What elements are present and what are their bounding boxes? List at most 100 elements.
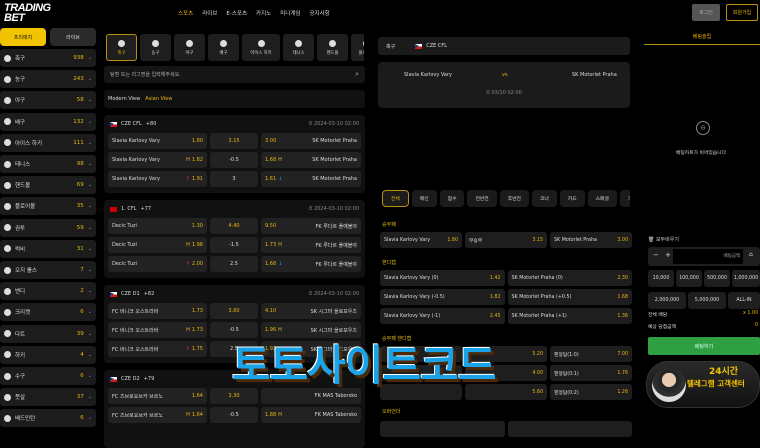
away-odds-button[interactable]: 3.00 SK Motorlet Praha <box>261 133 361 149</box>
more-markets[interactable]: +77 <box>141 206 152 212</box>
market-tab[interactable]: 메인 <box>411 190 437 207</box>
market-tab[interactable]: 후반전 <box>499 190 529 207</box>
league-name[interactable]: CZE D1 <box>121 291 140 297</box>
home-odds-button[interactable]: Slavia Karlovy Vary ↑ 1.91 <box>108 171 207 187</box>
chevron-down-icon[interactable]: ⌄ <box>88 246 92 252</box>
chevron-down-icon[interactable]: ⌄ <box>88 140 92 146</box>
reset-icon[interactable]: ⌂ <box>749 251 753 258</box>
odds-button[interactable]: 5.60 <box>465 384 547 400</box>
home-odds-button[interactable]: Decic Tuzi H 1.98 <box>108 237 207 253</box>
away-odds-button[interactable]: 1.92 ↓ SK 시그마 올로모우츠 <box>261 341 361 357</box>
amount-chip[interactable]: 2,000,000 <box>648 292 686 309</box>
draw-line-button[interactable]: 3.30 <box>210 388 258 404</box>
bet-slip-tab[interactable]: 베팅슬립 <box>644 28 760 45</box>
odds-button[interactable]: Slavia Karlovy Vary (-1) 2.45 <box>380 308 505 324</box>
breadcrumb-sport[interactable]: 축구 <box>386 43 395 50</box>
chevron-down-icon[interactable]: ⌄ <box>88 55 92 61</box>
amount-chip[interactable]: 100,000 <box>676 270 702 287</box>
draw-line-button[interactable]: 2.5 <box>210 256 258 272</box>
odds-button[interactable] <box>380 421 505 437</box>
odds-button[interactable]: Slavia Karlovy Vary 1.80 <box>380 232 462 248</box>
chevron-down-icon[interactable]: ⌄ <box>88 352 92 358</box>
draw-line-button[interactable]: 3.60 <box>210 303 258 319</box>
logo[interactable]: TRADING BET <box>4 3 54 24</box>
draw-line-button[interactable]: -0.5 <box>210 152 258 168</box>
away-odds-button[interactable]: FK MAS Taborsko <box>261 388 361 404</box>
place-bet-button[interactable]: 베팅하기 <box>648 337 760 355</box>
market-tab[interactable]: 스페셜 <box>587 190 617 207</box>
league-name[interactable]: CZE CFL <box>121 121 142 127</box>
market-tab[interactable]: 점수 <box>439 190 465 207</box>
away-odds-button[interactable]: 9.50 FK 루다르 플예블야 <box>261 218 361 234</box>
draw-line-button[interactable]: 3 <box>210 171 258 187</box>
sport-tab[interactable]: 플로어볼 <box>351 34 364 61</box>
nav-item[interactable]: 공지사항 <box>309 9 329 17</box>
nav-item[interactable]: 라이브 <box>202 9 217 17</box>
odds-button[interactable]: 핸정답(0:2) 1.26 <box>550 384 632 400</box>
prematch-button[interactable]: 프리매치 <box>0 28 46 46</box>
home-odds-button[interactable]: Decic Tuzi ↑ 2.00 <box>108 256 207 272</box>
chevron-down-icon[interactable]: ⌄ <box>88 415 92 421</box>
odds-button[interactable] <box>507 421 632 437</box>
odds-button[interactable] <box>380 384 462 400</box>
away-odds-button[interactable]: 1.68 H SK Motorlet Praha <box>261 152 361 168</box>
chevron-down-icon[interactable]: ⌄ <box>88 288 92 294</box>
sidebar-sport-item[interactable]: 아이스 하키 111 ⌄ <box>0 133 96 152</box>
amount-chip[interactable]: 500,000 <box>704 270 730 287</box>
sidebar-sport-item[interactable]: 오지 룰스 7 ⌄ <box>0 261 96 279</box>
login-button[interactable]: 로그인 <box>692 4 720 21</box>
home-odds-button[interactable]: FC 즈브로요브카 브르노 1.64 <box>108 388 207 404</box>
away-odds-button[interactable]: 1.88 H FK MAS Taborsko <box>261 407 361 423</box>
sidebar-sport-item[interactable]: 럭비 31 ⌄ <box>0 239 96 258</box>
odds-button[interactable]: SK Motorlet Praha (+0.5) 1.68 <box>507 289 632 305</box>
chevron-down-icon[interactable]: ⌄ <box>88 203 92 209</box>
sport-tab[interactable]: 핸드볼 <box>317 34 348 61</box>
away-odds-button[interactable]: 4.10 SK 시그마 올로모우츠 <box>261 303 361 319</box>
chevron-down-icon[interactable]: ⌄ <box>88 182 92 188</box>
chevron-down-icon[interactable]: ⌄ <box>88 309 92 315</box>
breadcrumb-league[interactable]: CZE CFL <box>426 43 447 49</box>
sidebar-sport-item[interactable]: 축구 938 ⌄ <box>0 49 96 67</box>
sidebar-sport-item[interactable]: 농구 243 ⌄ <box>0 70 96 89</box>
modern-view-button[interactable]: Modern View <box>108 96 140 102</box>
amount-chip[interactable]: 1,000,000 <box>732 270 760 287</box>
odds-button[interactable]: 5.20 <box>465 346 547 362</box>
live-button[interactable]: 라이브 <box>50 28 96 46</box>
more-markets[interactable]: +82 <box>144 291 155 297</box>
away-odds-button[interactable]: 1.96 H SK 시그마 올로모우츠 <box>261 322 361 338</box>
away-odds-button[interactable]: 1.61 ↓ SK Motorlet Praha <box>261 171 361 187</box>
sidebar-sport-item[interactable]: 크리켓 6 ⌄ <box>0 303 96 322</box>
sidebar-sport-item[interactable]: 핸드볼 69 ⌄ <box>0 176 96 195</box>
asian-view-button[interactable]: Asian View <box>145 96 172 102</box>
nav-item[interactable]: 스포츠 <box>178 9 193 17</box>
chevron-down-icon[interactable]: ⌄ <box>88 373 92 379</box>
away-odds-button[interactable]: 1.73 H FK 루다르 플예블야 <box>261 237 361 253</box>
league-name[interactable]: CZE D2 <box>121 376 140 382</box>
sidebar-sport-item[interactable]: 야구 58 ⌄ <box>0 91 96 110</box>
chevron-down-icon[interactable]: ⌄ <box>88 394 92 400</box>
sport-tab[interactable]: 야구 <box>174 34 205 61</box>
odds-button[interactable] <box>380 365 462 381</box>
more-markets[interactable]: +80 <box>146 121 157 127</box>
amount-chip[interactable]: 10,000 <box>648 270 674 287</box>
odds-button[interactable]: 핸정답(0:1) 1.76 <box>550 365 632 381</box>
home-odds-button[interactable]: FC 바니크 오스트라바 1.73 <box>108 303 207 319</box>
nav-item[interactable]: 미니게임 <box>280 9 300 17</box>
odds-button[interactable]: SK Motorlet Praha 3.00 <box>550 232 632 248</box>
market-tab[interactable]: 전반전 <box>467 190 497 207</box>
more-markets[interactable]: +79 <box>144 376 155 382</box>
sidebar-sport-item[interactable]: 풋살 37 ⌄ <box>0 388 96 407</box>
clear-all-button[interactable]: 🗑 모두비우기 <box>648 236 679 243</box>
amount-chip[interactable]: ALL-IN <box>728 292 760 309</box>
market-tab[interactable]: 카드 <box>559 190 585 207</box>
sport-tab[interactable]: 배구 <box>208 34 239 61</box>
sidebar-sport-item[interactable]: 플로어볼 35 ⌄ <box>0 197 96 216</box>
sidebar-sport-item[interactable]: 배드민턴 6 ⌄ <box>0 409 96 428</box>
sidebar-sport-item[interactable]: 하키 4 ⌄ <box>0 345 96 364</box>
chevron-down-icon[interactable]: ⌄ <box>88 267 92 273</box>
odds-button[interactable]: SK Motorlet Praha (+1) 1.36 <box>507 308 632 324</box>
draw-line-button[interactable]: 4.40 <box>210 218 258 234</box>
chevron-down-icon[interactable]: ⌄ <box>88 76 92 82</box>
draw-line-button[interactable]: 2.5 <box>210 341 258 357</box>
home-odds-button[interactable]: FC 바니크 오스트라바 ↑ 1.75 <box>108 341 207 357</box>
